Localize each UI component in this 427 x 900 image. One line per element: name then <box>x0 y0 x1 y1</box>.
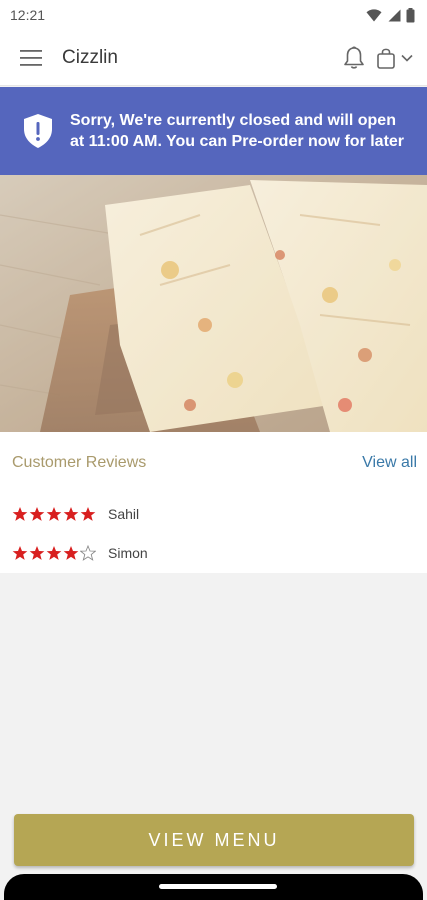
star-filled-icon <box>63 546 79 560</box>
view-all-link[interactable]: View all <box>362 454 417 472</box>
home-gesture-handle[interactable] <box>159 884 277 889</box>
view-menu-button[interactable]: VIEW MENU <box>14 814 414 866</box>
star-rating <box>12 506 96 522</box>
reviewer-name: Sahil <box>108 506 140 522</box>
system-navigation-bar <box>4 874 423 900</box>
star-filled-icon <box>12 507 28 521</box>
app-title: Cizzlin <box>62 46 118 68</box>
hamburger-menu-icon <box>20 49 42 66</box>
star-filled-icon <box>63 507 79 521</box>
status-bar: 12:21 <box>0 0 427 30</box>
review-item: Sahil <box>12 506 139 522</box>
reviews-header: Customer Reviews View all <box>12 454 417 472</box>
menu-button[interactable] <box>0 30 62 86</box>
battery-icon <box>406 7 415 22</box>
shopping-bag-icon <box>377 48 395 69</box>
screen: 12:21 Cizzlin Sorry, We're currently clo… <box>0 0 427 900</box>
quesadilla-photo <box>0 175 427 432</box>
reviewer-name: Simon <box>108 545 148 561</box>
app-bar: Cizzlin <box>0 30 427 86</box>
customer-reviews-section: Customer Reviews View all Sahil Simon <box>0 432 427 573</box>
status-icons <box>366 7 415 23</box>
closed-message: Sorry, We're currently closed and will o… <box>70 112 405 150</box>
star-empty-icon <box>80 545 96 561</box>
status-time: 12:21 <box>10 7 46 23</box>
star-filled-icon <box>46 546 62 560</box>
star-filled-icon <box>12 546 28 560</box>
chevron-down-icon <box>401 54 413 62</box>
star-filled-icon <box>29 507 45 521</box>
review-item: Simon <box>12 545 148 561</box>
shield-alert-icon <box>24 114 52 148</box>
star-filled-icon <box>29 546 45 560</box>
signal-icon <box>388 9 401 21</box>
star-rating <box>12 545 96 561</box>
star-filled-icon <box>46 507 62 521</box>
hero-food-image <box>0 175 427 432</box>
reviews-title: Customer Reviews <box>12 454 147 471</box>
notifications-button[interactable] <box>339 38 369 78</box>
closed-banner: Sorry, We're currently closed and will o… <box>0 87 427 175</box>
bell-icon <box>344 46 364 69</box>
wifi-icon <box>366 8 382 21</box>
cart-button[interactable] <box>377 38 413 78</box>
star-filled-icon <box>80 507 96 521</box>
